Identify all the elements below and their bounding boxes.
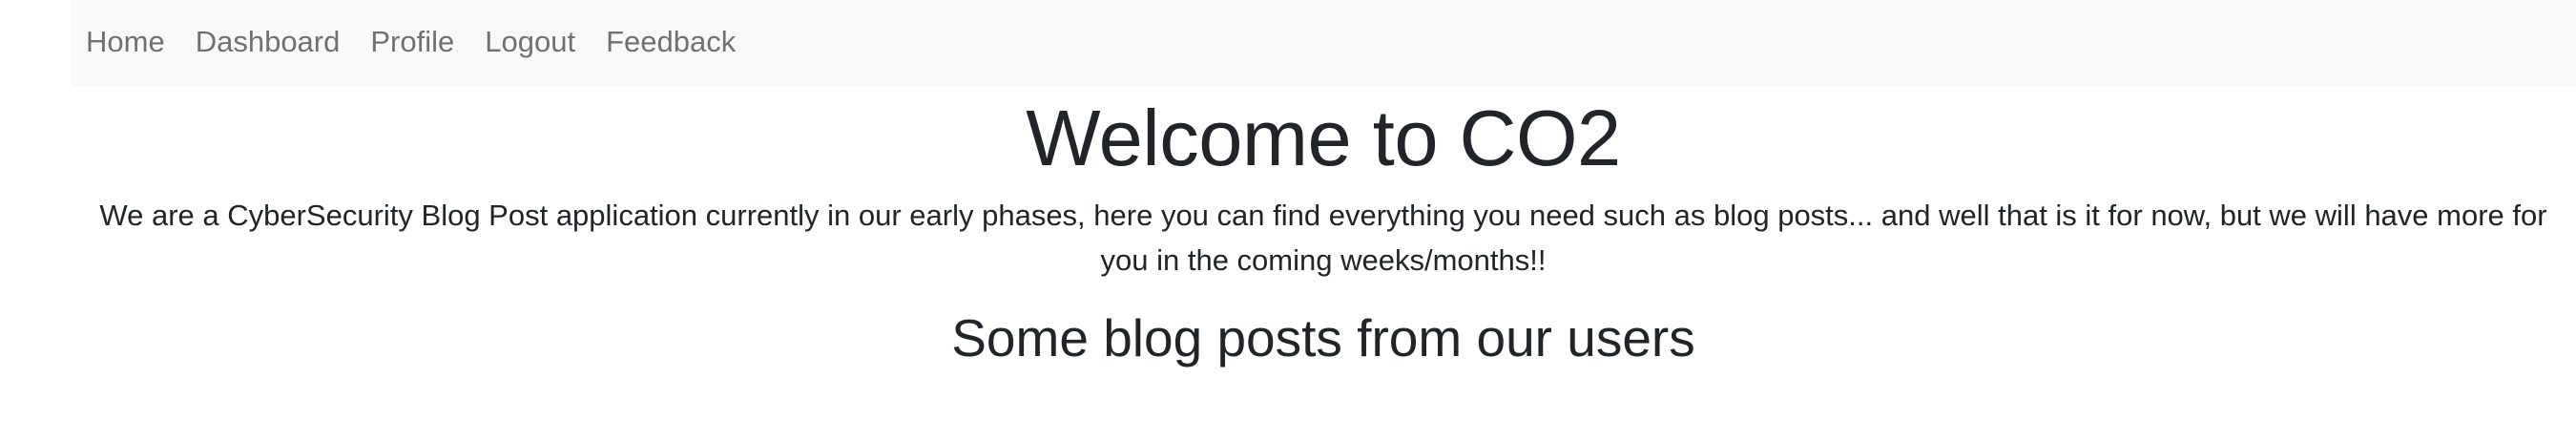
nav-link-dashboard[interactable]: Dashboard: [196, 27, 341, 56]
nav-link-profile[interactable]: Profile: [370, 27, 454, 56]
blog-posts-heading: Some blog posts from our users: [951, 308, 1695, 368]
page-container: Home Dashboard Profile Logout Feedback W…: [71, 0, 2576, 368]
page-title: Welcome to CO2: [1026, 94, 1621, 182]
nav-link-logout[interactable]: Logout: [485, 27, 575, 56]
nav-link-home[interactable]: Home: [86, 27, 165, 56]
nav-link-feedback[interactable]: Feedback: [606, 27, 736, 56]
intro-paragraph: We are a CyberSecurity Blog Post applica…: [99, 199, 2547, 278]
top-navbar: Home Dashboard Profile Logout Feedback: [71, 0, 2576, 87]
